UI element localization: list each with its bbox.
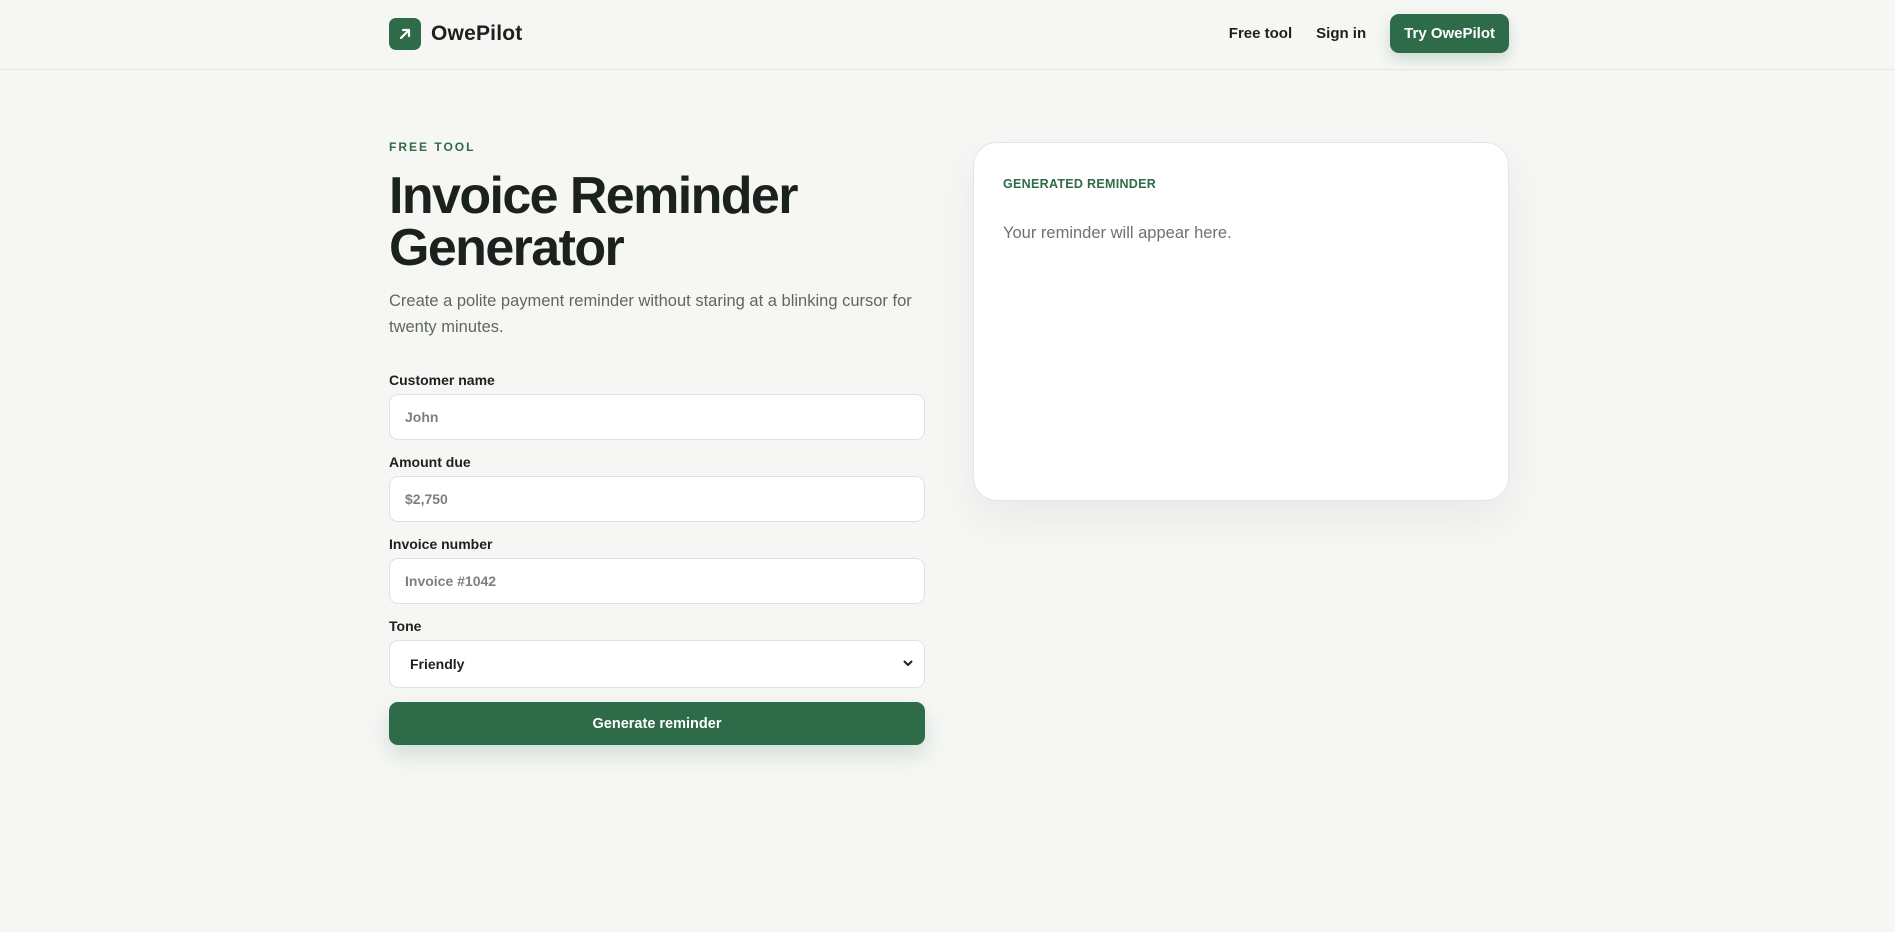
tone-selected-value: Friendly	[410, 656, 465, 672]
amount-due-label: Amount due	[389, 454, 471, 470]
generated-reminder-text: Your reminder will appear here.	[1003, 224, 1232, 242]
invoice-number-placeholder: Invoice #1042	[405, 573, 497, 589]
nav-sign-in-link[interactable]: Sign in	[1316, 25, 1366, 42]
form-column: FREE TOOL Invoice Reminder Generator Cre…	[389, 140, 925, 745]
chevron-down-icon	[902, 656, 914, 672]
page-subtitle: Create a polite payment reminder without…	[389, 292, 912, 336]
invoice-number-group: Invoice number Invoice #1042	[389, 536, 925, 604]
invoice-number-input[interactable]: Invoice #1042	[389, 558, 925, 604]
tone-group: Tone Friendly	[389, 618, 925, 688]
arrow-up-right-icon	[389, 17, 421, 50]
invoice-number-label: Invoice number	[389, 536, 493, 552]
customer-name-placeholder: John	[405, 409, 439, 425]
page-title: Invoice Reminder Generator	[389, 170, 925, 274]
generated-reminder-heading: GENERATED REMINDER	[1003, 177, 1157, 191]
nav-free-tool-link[interactable]: Free tool	[1229, 25, 1292, 42]
customer-name-input[interactable]: John	[389, 394, 925, 440]
tone-label: Tone	[389, 618, 422, 634]
generated-reminder-card: GENERATED REMINDER Your reminder will ap…	[973, 142, 1509, 501]
top-nav: Free tool Sign in Try OwePilot	[1229, 14, 1509, 53]
brand-name: OwePilot	[431, 21, 523, 45]
page-title-line-2: Generator	[389, 219, 625, 277]
site-header: OwePilot Free tool Sign in Try OwePilot	[0, 0, 1895, 70]
eyebrow-label: FREE TOOL	[389, 140, 476, 154]
amount-due-input[interactable]: $2,750	[389, 476, 925, 522]
page-title-line-1: Invoice Reminder	[389, 167, 798, 225]
generate-reminder-button[interactable]: Generate reminder	[389, 702, 925, 745]
customer-name-group: Customer name John	[389, 372, 925, 440]
amount-due-placeholder: $2,750	[405, 491, 448, 507]
brand[interactable]: OwePilot	[389, 17, 522, 50]
try-owepilot-button[interactable]: Try OwePilot	[1390, 14, 1509, 53]
tone-select[interactable]: Friendly	[389, 640, 925, 688]
customer-name-label: Customer name	[389, 372, 495, 388]
amount-due-group: Amount due $2,750	[389, 454, 925, 522]
